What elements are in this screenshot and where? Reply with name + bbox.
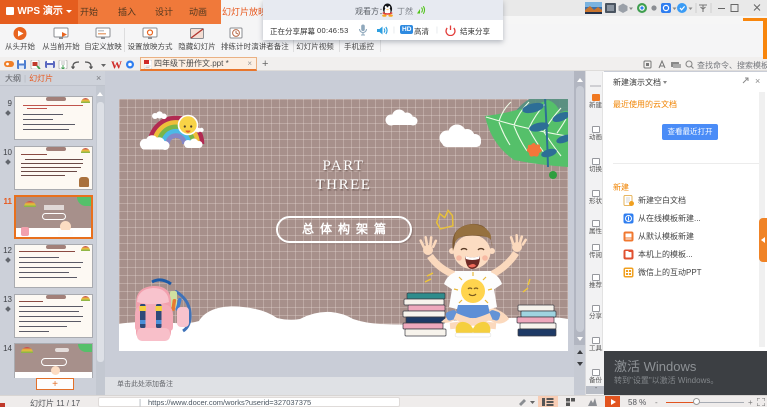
svg-text:W: W [111, 60, 122, 69]
